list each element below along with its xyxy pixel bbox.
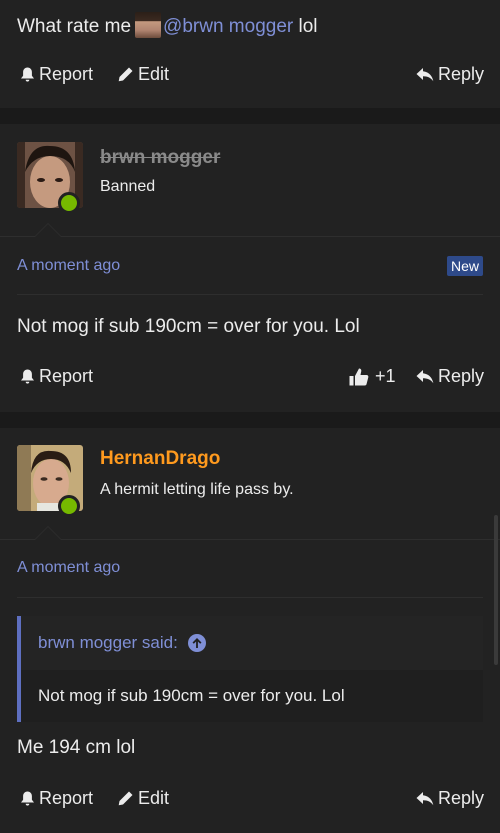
edit-button[interactable]: Edit bbox=[117, 64, 169, 85]
reply-icon bbox=[416, 67, 434, 81]
user-title: Banned bbox=[100, 178, 156, 195]
online-status-indicator bbox=[58, 192, 80, 214]
mention-avatar bbox=[135, 12, 162, 38]
post-separator bbox=[0, 108, 500, 124]
post-timestamp[interactable]: A moment ago bbox=[17, 559, 120, 577]
quote-author-link[interactable]: brwn mogger said: bbox=[38, 633, 206, 653]
divider bbox=[17, 294, 483, 295]
pencil-icon bbox=[118, 67, 133, 82]
thumbs-up-icon bbox=[349, 368, 369, 385]
post-3: HernanDrago A hermit letting life pass b… bbox=[0, 428, 500, 833]
reaction-count: +1 bbox=[375, 366, 396, 386]
like-button[interactable]: +1 bbox=[349, 366, 396, 387]
user-title: A hermit letting life pass by. bbox=[100, 481, 294, 498]
post-separator bbox=[0, 412, 500, 428]
post-3-message: Me 194 cm lol bbox=[17, 737, 136, 758]
divider bbox=[0, 236, 500, 237]
post-timestamp[interactable]: A moment ago bbox=[17, 257, 120, 275]
username[interactable]: brwn mogger bbox=[100, 147, 220, 169]
edit-button[interactable]: Edit bbox=[117, 788, 169, 809]
bell-icon bbox=[21, 369, 34, 384]
bell-icon bbox=[21, 67, 34, 82]
reply-button[interactable]: Reply bbox=[416, 366, 484, 387]
report-button[interactable]: Report bbox=[20, 366, 93, 387]
quote-text: Not mog if sub 190cm = over for you. Lol bbox=[38, 686, 345, 705]
user-caret bbox=[34, 526, 62, 540]
report-button[interactable]: Report bbox=[20, 64, 93, 85]
new-badge: New bbox=[446, 256, 483, 276]
post-2: brwn mogger Banned A moment ago New Not … bbox=[0, 124, 500, 412]
divider bbox=[17, 597, 483, 598]
arrow-up-circle-icon[interactable] bbox=[187, 634, 206, 652]
quote-block: brwn mogger said: Not mog if sub 190cm =… bbox=[17, 616, 483, 722]
divider bbox=[0, 539, 500, 540]
post-1: What rate me @brwn mogger lol Report Edit… bbox=[0, 0, 500, 108]
scrollbar[interactable] bbox=[494, 515, 498, 665]
online-status-indicator bbox=[58, 495, 80, 517]
mention-link[interactable]: @brwn mogger bbox=[163, 16, 293, 37]
post-1-message: What rate me @brwn mogger lol bbox=[17, 12, 318, 38]
quote-header: brwn mogger said: bbox=[21, 616, 483, 670]
user-caret bbox=[34, 223, 62, 237]
bell-icon bbox=[21, 791, 34, 806]
reply-icon bbox=[416, 791, 434, 805]
reply-button[interactable]: Reply bbox=[416, 64, 484, 85]
post-2-message: Not mog if sub 190cm = over for you. Lol bbox=[17, 316, 360, 337]
pencil-icon bbox=[118, 791, 133, 806]
reply-button[interactable]: Reply bbox=[416, 788, 484, 809]
report-button[interactable]: Report bbox=[20, 788, 93, 809]
reply-icon bbox=[416, 369, 434, 383]
username[interactable]: HernanDrago bbox=[100, 448, 220, 470]
